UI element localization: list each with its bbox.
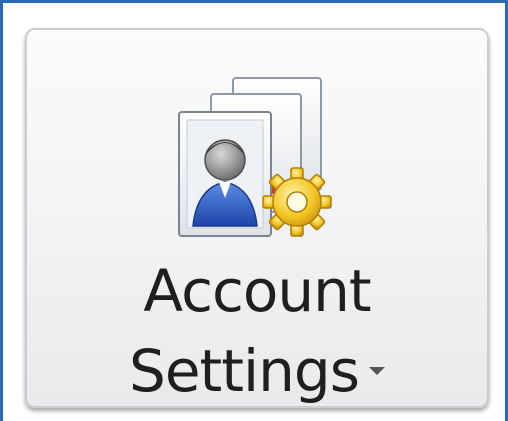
button-label-line-2: Settings <box>27 342 487 400</box>
screenshot-frame: Account Settings <box>0 0 508 421</box>
dropdown-arrow-icon[interactable] <box>368 366 385 375</box>
account-settings-button[interactable]: Account Settings <box>25 28 489 408</box>
gear-icon <box>262 167 332 237</box>
button-label-line-1: Account <box>143 257 371 325</box>
front-card <box>178 111 272 237</box>
account-settings-icon <box>175 70 345 245</box>
button-label-text: Settings <box>129 337 360 405</box>
account-settings-icon-graphic <box>178 77 332 237</box>
